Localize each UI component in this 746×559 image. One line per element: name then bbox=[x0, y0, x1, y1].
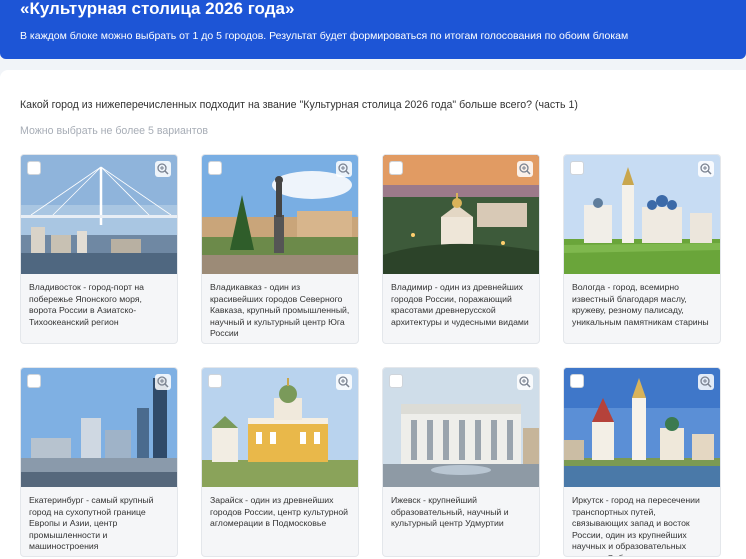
city-card-vladimir[interactable]: Владимир - один из древнейших городов Ро… bbox=[382, 154, 540, 344]
zoom-icon[interactable] bbox=[517, 374, 533, 390]
cathedral-photo bbox=[383, 155, 539, 274]
city-card-vologda[interactable]: Вологда - город, всемирно известный благ… bbox=[563, 154, 721, 344]
city-caption: Владикавказ - один из красивейших городо… bbox=[210, 282, 350, 339]
zoom-icon[interactable] bbox=[517, 161, 533, 177]
survey-panel: Какой город из нижеперечисленных подходи… bbox=[0, 70, 746, 559]
city-caption: Владивосток - город-порт на побережье Яп… bbox=[29, 282, 144, 327]
city-checkbox[interactable] bbox=[208, 374, 222, 388]
city-checkbox[interactable] bbox=[570, 374, 584, 388]
city-caption: Зарайск - один из древнейших городов Рос… bbox=[210, 495, 349, 529]
kremlin-photo bbox=[564, 155, 720, 274]
theater-photo bbox=[383, 368, 539, 487]
city-caption: Владимир - один из древнейших городов Ро… bbox=[391, 282, 529, 327]
city-checkbox[interactable] bbox=[570, 161, 584, 175]
city-checkbox[interactable] bbox=[27, 161, 41, 175]
city-card-izhevsk[interactable]: Ижевск - крупнейший образовательный, нау… bbox=[382, 367, 540, 557]
zoom-icon[interactable] bbox=[336, 161, 352, 177]
monument-photo bbox=[202, 155, 358, 274]
zoom-icon[interactable] bbox=[155, 374, 171, 390]
city-checkbox[interactable] bbox=[389, 374, 403, 388]
city-card-vladikavkaz[interactable]: Владикавказ - один из красивейших городо… bbox=[201, 154, 359, 344]
city-caption: Иркутск - город на пересечении транспорт… bbox=[572, 495, 700, 556]
city-card-irkutsk[interactable]: Иркутск - город на пересечении транспорт… bbox=[563, 367, 721, 557]
city-checkbox[interactable] bbox=[389, 161, 403, 175]
bridge-photo bbox=[21, 155, 177, 274]
zoom-icon[interactable] bbox=[336, 374, 352, 390]
city-card-vladivostok[interactable]: Владивосток - город-порт на побережье Яп… bbox=[20, 154, 178, 344]
zoom-icon[interactable] bbox=[698, 374, 714, 390]
page-subtitle: В каждом блоке можно выбрать от 1 до 5 г… bbox=[20, 30, 629, 42]
selection-hint: Можно выбрать не более 5 вариантов bbox=[20, 125, 209, 137]
zoom-icon[interactable] bbox=[155, 161, 171, 177]
church-photo bbox=[202, 368, 358, 487]
city-caption: Вологда - город, всемирно известный благ… bbox=[572, 282, 709, 327]
page-title: «Культурная столица 2026 года» bbox=[20, 0, 295, 18]
zoom-icon[interactable] bbox=[698, 161, 714, 177]
city-card-zaraysk[interactable]: Зарайск - один из древнейших городов Рос… bbox=[201, 367, 359, 557]
header-banner: «Культурная столица 2026 года» В каждом … bbox=[0, 0, 746, 59]
skyline-photo bbox=[21, 368, 177, 487]
city-caption: Ижевск - крупнейший образовательный, нау… bbox=[391, 495, 509, 529]
city-checkbox[interactable] bbox=[27, 374, 41, 388]
question-text: Какой город из нижеперечисленных подходи… bbox=[20, 99, 578, 111]
river-church-photo bbox=[564, 368, 720, 487]
city-checkbox[interactable] bbox=[208, 161, 222, 175]
city-card-yekaterinburg[interactable]: Екатеринбург - самый крупный город на су… bbox=[20, 367, 178, 557]
city-caption: Екатеринбург - самый крупный город на су… bbox=[29, 495, 154, 552]
